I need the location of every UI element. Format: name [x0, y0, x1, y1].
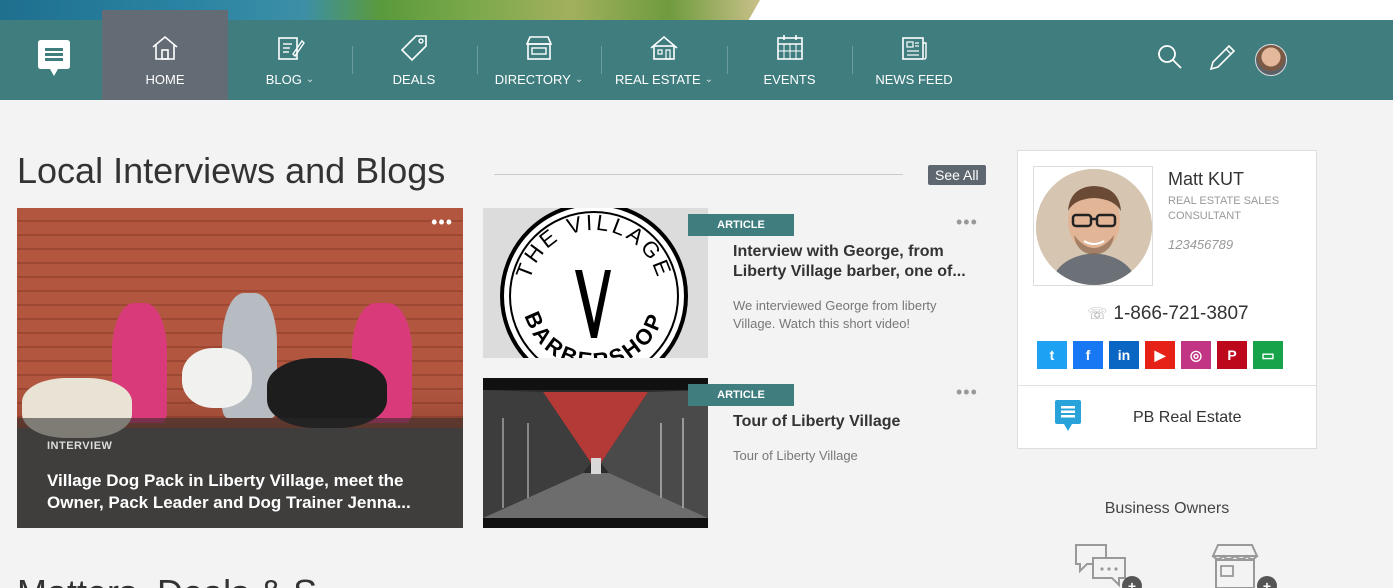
- article-description: We interviewed George from liberty Villa…: [733, 298, 937, 331]
- agent-phone[interactable]: ☏ 1-866-721-3807: [1018, 303, 1318, 325]
- linkedin-icon[interactable]: in: [1109, 341, 1139, 369]
- add-icon[interactable]: +: [1122, 576, 1142, 588]
- chevron-down-icon: ⌄: [305, 74, 315, 85]
- article-thumbnail: [483, 378, 708, 528]
- nav-directory-label: DIRECTORY: [494, 72, 571, 87]
- calendar-icon: [776, 35, 803, 60]
- brand-logo-icon: [1055, 400, 1081, 431]
- article-card[interactable]: THE VILLAGE BARBERSHOP ARTICLE ••• Inter…: [483, 208, 988, 358]
- facebook-icon[interactable]: f: [1073, 341, 1103, 369]
- agent-name[interactable]: Matt KUT: [1168, 169, 1244, 190]
- twitter-icon[interactable]: t: [1037, 341, 1067, 369]
- website-icon[interactable]: ▭: [1253, 341, 1283, 369]
- chevron-down-icon: ⌄: [574, 74, 584, 85]
- nav-deals-label: DEALS: [392, 72, 436, 87]
- nav-events[interactable]: EVENTS: [727, 20, 852, 100]
- nav-directory[interactable]: DIRECTORY ⌄: [477, 20, 601, 100]
- article-badge: ARTICLE: [688, 384, 794, 406]
- brokerage-name[interactable]: PB Real Estate: [1133, 409, 1242, 427]
- featured-headline[interactable]: Village Dog Pack in Liberty Village, mee…: [47, 470, 427, 514]
- category-label: INTERVIEW: [47, 440, 113, 452]
- agent-photo[interactable]: [1036, 169, 1152, 285]
- arcade-photo-image: [483, 390, 708, 518]
- article-badge: ARTICLE: [688, 214, 794, 236]
- avatar[interactable]: [1255, 44, 1287, 76]
- pinterest-icon[interactable]: P: [1217, 341, 1247, 369]
- featured-image: [182, 348, 252, 408]
- more-options-icon[interactable]: •••: [431, 212, 453, 233]
- youtube-icon[interactable]: ▶: [1145, 341, 1175, 369]
- article-title[interactable]: Interview with George, from Liberty Vill…: [733, 242, 983, 282]
- house-icon: [650, 35, 678, 60]
- article-title[interactable]: Tour of Liberty Village: [733, 412, 983, 432]
- agent-role: REAL ESTATE SALES CONSULTANT: [1168, 195, 1280, 222]
- nav-blog[interactable]: BLOG ⌄: [228, 20, 352, 100]
- main-nav: HOME BLOG ⌄ DEALS DIRECTORY ⌄ REAL ESTAT…: [0, 10, 1393, 100]
- store-icon[interactable]: [1208, 542, 1262, 588]
- search-icon[interactable]: [1157, 44, 1183, 70]
- article-thumbnail: THE VILLAGE BARBERSHOP: [483, 208, 708, 358]
- nav-news-feed[interactable]: NEWS FEED: [852, 20, 976, 100]
- nav-home[interactable]: HOME: [102, 10, 228, 100]
- article-card[interactable]: ARTICLE ••• Tour of Liberty Village Tour…: [483, 378, 988, 528]
- title-divider: [494, 174, 903, 175]
- nav-news-feed-label: NEWS FEED: [875, 72, 953, 87]
- chat-bubbles-icon[interactable]: [1073, 542, 1129, 588]
- agent-phone-number: 1-866-721-3807: [1113, 303, 1249, 324]
- more-options-icon[interactable]: •••: [956, 382, 978, 403]
- blog-icon: [278, 37, 305, 60]
- nav-real-estate[interactable]: REAL ESTATE ⌄: [601, 20, 727, 100]
- newspaper-icon: [902, 37, 927, 60]
- barbershop-logo-image: THE VILLAGE BARBERSHOP: [500, 208, 688, 358]
- featured-card[interactable]: ••• INTERVIEW Village Dog Pack in Libert…: [17, 208, 463, 528]
- social-links: t f in ▶ ◎ P ▭: [1037, 341, 1283, 369]
- instagram-icon[interactable]: ◎: [1181, 341, 1211, 369]
- nav-home-label: HOME: [145, 72, 185, 87]
- tag-icon: [400, 35, 427, 62]
- profile-divider: [1018, 385, 1316, 386]
- site-logo-icon[interactable]: [37, 38, 71, 78]
- agent-profile-card: Matt KUT REAL ESTATE SALES CONSULTANT 12…: [1017, 150, 1317, 449]
- nav-deals[interactable]: DEALS: [352, 20, 476, 100]
- phone-icon: ☏: [1087, 306, 1108, 323]
- more-options-icon[interactable]: •••: [956, 212, 978, 233]
- section-title-next: Matters, Deals & S...: [17, 572, 347, 588]
- agent-photo-frame: [1033, 166, 1153, 286]
- page-title: Local Interviews and Blogs: [17, 150, 446, 191]
- nav-real-estate-label: REAL ESTATE: [614, 72, 701, 87]
- business-owners-heading: Business Owners: [1104, 500, 1230, 517]
- storefront-icon: [525, 36, 553, 60]
- see-all-button[interactable]: See All: [928, 165, 986, 185]
- home-icon: [152, 35, 178, 60]
- add-icon[interactable]: +: [1257, 576, 1277, 588]
- article-description: Tour of Liberty Village: [733, 448, 858, 463]
- nav-events-label: EVENTS: [763, 72, 816, 87]
- nav-blog-label: BLOG: [265, 72, 302, 87]
- chevron-down-icon: ⌄: [704, 74, 714, 85]
- agent-license: 123456789: [1168, 237, 1234, 252]
- pencil-icon[interactable]: [1208, 44, 1236, 72]
